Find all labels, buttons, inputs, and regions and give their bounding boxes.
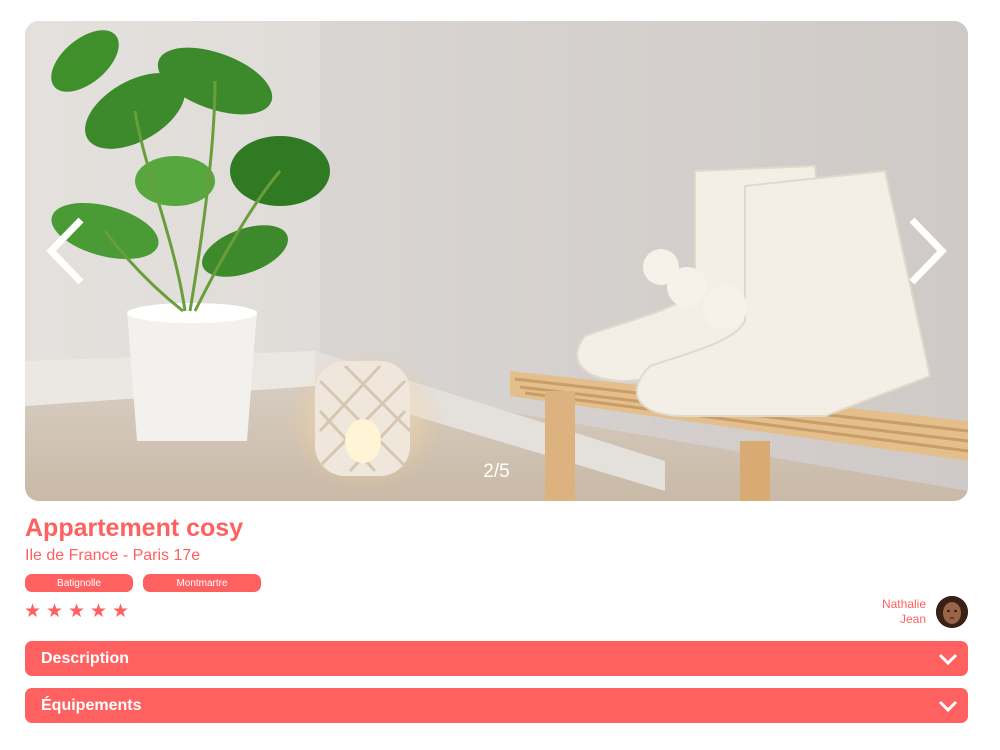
tag-list: Batignolle Montmartre [25,574,261,592]
rating-stars: ★ ★ ★ ★ ★ [23,600,130,624]
tag: Batignolle [25,574,133,592]
description-label: Description [41,649,130,667]
host-name: Nathalie Jean [882,597,926,627]
host-info: Nathalie Jean [882,596,968,628]
listing-title: Appartement cosy [25,514,244,542]
star-icon: ★ [67,601,86,622]
tag: Montmartre [143,574,261,592]
chevron-down-icon [938,700,958,712]
listing-photo [25,21,968,501]
listing-location: Ile de France - Paris 17e [25,547,201,564]
next-photo-button[interactable] [898,211,958,291]
star-icon: ★ [23,601,42,622]
previous-photo-button[interactable] [35,211,95,291]
host-photo [936,596,968,628]
star-icon: ★ [89,601,108,622]
star-icon: ★ [45,601,64,622]
photo-counter: 2/5 [483,461,510,482]
chevron-right-icon [909,217,947,285]
chevron-left-icon [46,217,84,285]
host-first-name: Nathalie [881,597,926,611]
star-icon: ★ [111,601,130,622]
photo-gallery: 2/5 [25,21,968,501]
avatar [936,596,968,628]
equipment-label: Équipements [41,696,142,714]
description-toggle[interactable]: Description [25,641,968,676]
host-last-name: Jean [899,612,926,626]
chevron-down-icon [938,653,958,665]
equipment-toggle[interactable]: Équipements [25,688,968,723]
